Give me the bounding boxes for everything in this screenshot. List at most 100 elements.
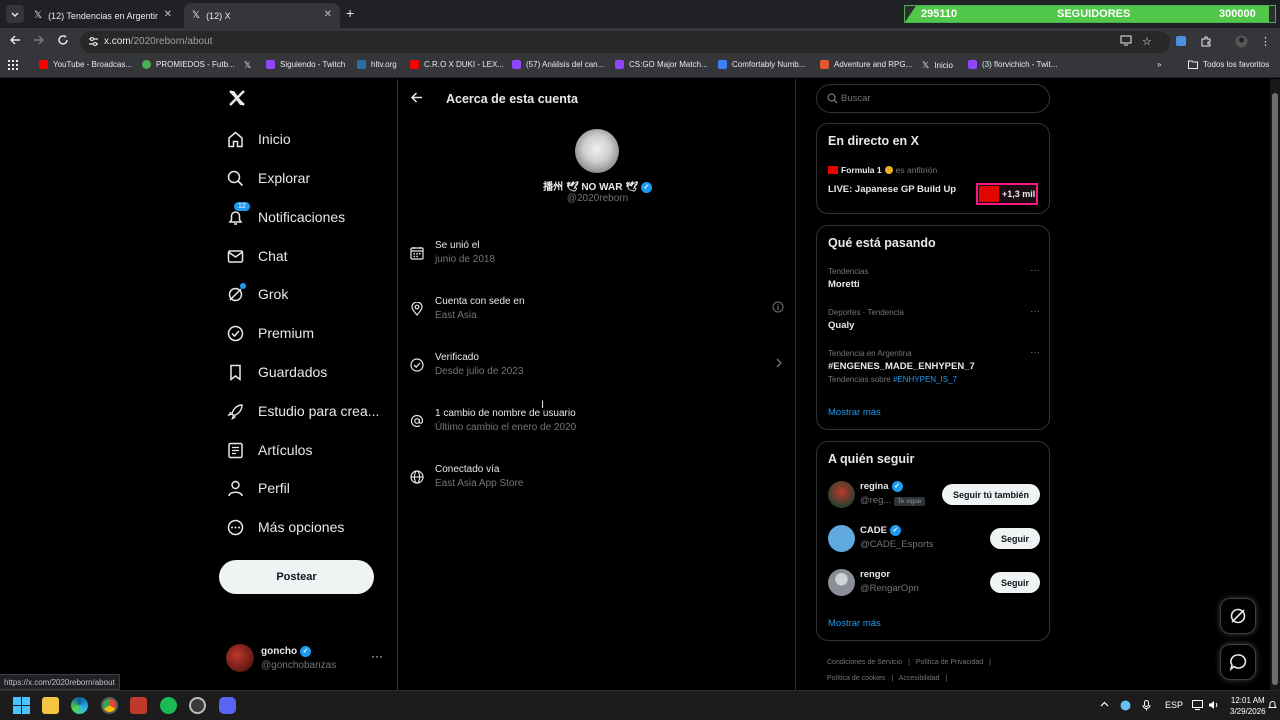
bookmark-item[interactable]: 𝕏	[244, 60, 251, 71]
follow-back-button[interactable]: Seguir tú también	[941, 484, 1040, 505]
microphone-icon[interactable]	[1142, 700, 1151, 711]
browser-tab-active[interactable]: 𝕏 (12) X ✕	[184, 3, 340, 28]
footer-link-terms[interactable]: Condiciones de Servicio	[827, 659, 902, 666]
new-tab-button[interactable]: +	[346, 5, 354, 21]
show-more-link[interactable]: Mostrar más	[828, 618, 881, 629]
more-dots-icon[interactable]: ···	[1030, 306, 1040, 317]
show-more-link[interactable]: Mostrar más	[828, 407, 881, 418]
avatar	[226, 644, 254, 672]
tray-overflow-chevron-icon[interactable]	[1100, 700, 1109, 709]
puzzle-icon[interactable]	[1200, 35, 1212, 47]
star-icon[interactable]: ☆	[1142, 35, 1152, 48]
steam-icon[interactable]	[189, 697, 206, 714]
nav-item-home[interactable]: Inicio	[226, 124, 291, 154]
site-info-icon[interactable]	[88, 36, 99, 47]
nav-item-notifications[interactable]: 12 Notificaciones	[226, 202, 345, 232]
profile-avatar[interactable]	[575, 129, 619, 173]
edge-icon[interactable]	[71, 697, 88, 714]
nav-item-premium[interactable]: Premium	[226, 318, 314, 348]
trend-item[interactable]: Tendencia en Argentina #ENGENES_MADE_ENH…	[828, 347, 1040, 384]
address-bar[interactable]: x.com/2020reborn/about	[80, 31, 1170, 53]
steam-tray-icon[interactable]	[1120, 700, 1131, 711]
more-dots-icon[interactable]: ···	[1030, 265, 1040, 276]
notifications-bell-icon[interactable]	[1268, 700, 1277, 710]
more-dots-icon[interactable]: ···	[1030, 347, 1040, 358]
bookmark-item[interactable]: C.R.O X DUKI - LEX...	[410, 60, 504, 69]
bookmark-item[interactable]: (57) Análisis del can...	[512, 60, 604, 69]
bookmarks-overflow-icon[interactable]: »	[1157, 60, 1161, 69]
browser-tab[interactable]: 𝕏 (12) Tendencias en Argentina en X ✕	[26, 3, 180, 28]
footer-link-accessibility[interactable]: Accesibilidad	[899, 675, 940, 682]
bookmark-item[interactable]: 𝕏 Inicio	[922, 60, 953, 71]
discord-icon[interactable]	[219, 697, 236, 714]
bookmark-item[interactable]: (3) florvichich - Twit...	[968, 60, 1057, 69]
cast-icon[interactable]	[1120, 35, 1132, 46]
bookmark-item[interactable]: Comfortably Numb...	[718, 60, 805, 69]
live-card-title: En directo en X	[828, 134, 919, 148]
x-logo[interactable]	[228, 89, 246, 107]
back-arrow-icon[interactable]	[9, 34, 21, 46]
footer-link-cookies[interactable]: Política de cookies	[827, 675, 885, 682]
nav-item-more[interactable]: Más opciones	[226, 512, 344, 542]
live-host[interactable]: Formula 1 es anfitrión	[828, 165, 937, 175]
follow-name: CADE ✓	[860, 525, 901, 536]
search-input[interactable]: Buscar	[816, 84, 1050, 113]
account-switcher[interactable]: goncho ✓ @gonchobanzas ···	[226, 641, 386, 677]
file-explorer-icon[interactable]	[42, 697, 59, 714]
close-tab-icon[interactable]: ✕	[164, 9, 172, 20]
obs-icon[interactable]	[130, 697, 147, 714]
post-button[interactable]: Postear	[219, 560, 374, 594]
profile-avatar-icon[interactable]	[1235, 35, 1248, 48]
trend-item[interactable]: Deportes · Tendencia Qualy ···	[828, 306, 1040, 331]
scrollbar-thumb[interactable]	[1272, 93, 1278, 685]
bookmark-item[interactable]: Adventure and RPG...	[820, 60, 912, 69]
kebab-menu-icon[interactable]: ⋮	[1260, 35, 1271, 48]
info-icon[interactable]	[772, 301, 784, 313]
windows-start-icon[interactable]	[13, 697, 30, 714]
nav-item-bookmarks[interactable]: Guardados	[226, 357, 327, 387]
bookmark-item[interactable]: hltv.org	[357, 60, 397, 69]
verified-row[interactable]: Verificado Desde julio de 2023	[410, 352, 790, 386]
follow-button[interactable]: Seguir	[989, 528, 1040, 549]
nav-item-chat[interactable]: Chat	[226, 241, 288, 271]
language-indicator[interactable]: ESP	[1165, 700, 1183, 710]
chrome-icon[interactable]	[101, 697, 118, 714]
more-dots-icon[interactable]: ···	[371, 649, 383, 663]
volume-icon[interactable]	[1208, 700, 1219, 710]
grok-float-button[interactable]	[1220, 598, 1256, 634]
bookmark-item[interactable]: YouTube - Broadcas...	[39, 60, 132, 69]
nav-item-creator-studio[interactable]: Estudio para crea...	[226, 396, 379, 426]
taskbar-clock[interactable]: 12:01 AM 3/29/2026	[1230, 695, 1266, 717]
row-title: 1 cambio de nombre de usuario	[435, 408, 576, 419]
trend-sub-link[interactable]: #ENHYPEN_IS_7	[893, 375, 957, 384]
all-bookmarks-folder[interactable]: Todos los favoritos	[1188, 60, 1269, 69]
close-tab-icon[interactable]: ✕	[324, 9, 332, 20]
extension-icon[interactable]	[1175, 35, 1187, 47]
nav-item-explore[interactable]: Explorar	[226, 163, 310, 193]
bookmark-item[interactable]: CS:GO Major Match...	[615, 60, 708, 69]
messages-float-button[interactable]	[1220, 644, 1256, 680]
follow-button[interactable]: Seguir	[989, 572, 1040, 593]
follower-goal-target: 300000	[1219, 8, 1256, 20]
reload-icon[interactable]	[57, 34, 69, 46]
footer-link-privacy[interactable]: Política de Privacidad	[916, 659, 983, 666]
live-listeners-pill[interactable]: +1,3 mil	[976, 183, 1038, 205]
live-stream-title[interactable]: LIVE: Japanese GP Build Up	[828, 184, 956, 195]
bookmark-item[interactable]: PROMIEDOS - Futb...	[142, 60, 235, 69]
tab-search-button[interactable]	[6, 5, 24, 23]
trend-item[interactable]: Tendencias Moretti ···	[828, 265, 1040, 290]
follow-suggestion[interactable]: regina ✓ @reg... Te sigue Seguir tú tambié…	[828, 480, 1040, 510]
page-scrollbar[interactable]	[1270, 79, 1280, 690]
follow-suggestion[interactable]: rengor @RengarOpn Seguir	[828, 568, 1040, 598]
back-arrow-icon[interactable]	[410, 91, 423, 104]
forward-arrow-icon[interactable]	[33, 34, 45, 46]
nav-item-grok[interactable]: Grok	[226, 279, 288, 309]
bookmark-item[interactable]: Siguiendo - Twitch	[266, 60, 345, 69]
spotify-icon[interactable]	[160, 697, 177, 714]
follow-suggestion[interactable]: CADE ✓ @CADE_Esports Seguir	[828, 524, 1040, 554]
network-icon[interactable]	[1192, 700, 1203, 710]
nav-item-articles[interactable]: Artículos	[226, 435, 312, 465]
apps-grid-icon[interactable]	[8, 60, 18, 70]
trend-sub-label: Tendencias sobre	[828, 375, 893, 384]
nav-item-profile[interactable]: Perfil	[226, 473, 290, 503]
